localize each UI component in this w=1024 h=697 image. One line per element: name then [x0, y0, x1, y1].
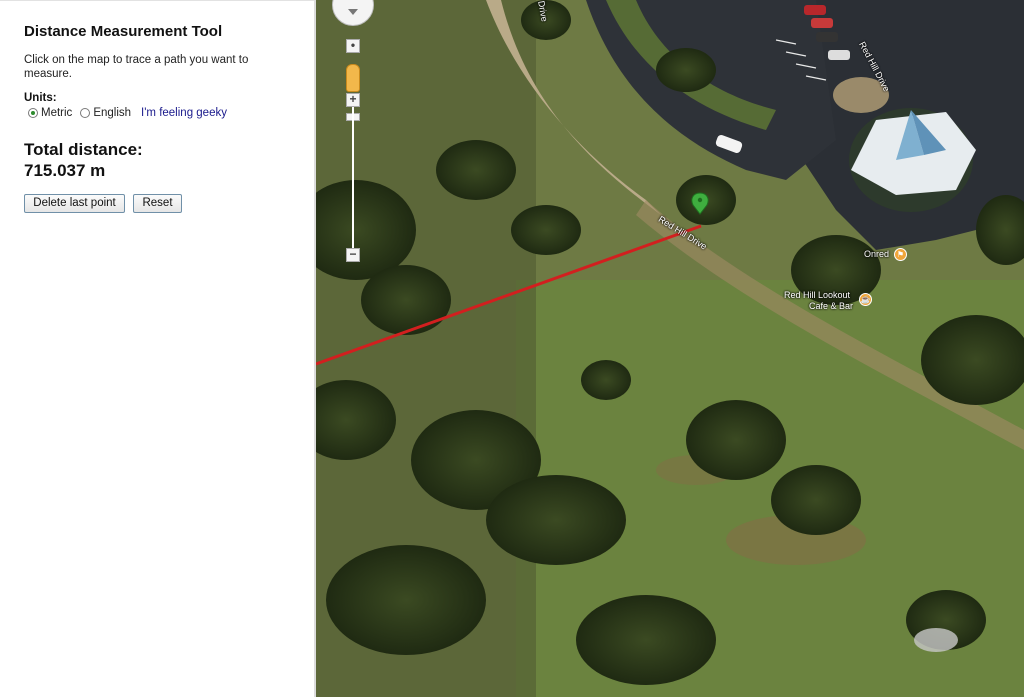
delete-last-point-button[interactable]: Delete last point [24, 194, 125, 213]
units-label: Units: [24, 92, 57, 104]
metric-radio-label[interactable]: Metric [41, 107, 72, 119]
reset-button[interactable]: Reset [133, 194, 182, 213]
instructions-text: Click on the map to trace a path you wan… [24, 54, 249, 80]
cafe-icon[interactable]: ☕ [859, 293, 872, 306]
pegman-icon[interactable] [346, 64, 360, 92]
zoom-in-button[interactable]: + [346, 93, 360, 107]
pan-down-arrow-icon[interactable] [348, 9, 358, 15]
zoom-slider-track[interactable] [352, 107, 354, 249]
units-row: Metric English I'm feeling geeky [28, 107, 227, 119]
map-canvas[interactable]: Red Hill Drive Red Hill Drive Drive Onre… [316, 0, 1024, 697]
satellite-imagery [316, 0, 1024, 697]
total-distance-value: 715.037 m [24, 161, 106, 180]
page-title: Distance Measurement Tool [24, 23, 223, 40]
center-dot-button[interactable]: • [346, 39, 360, 53]
english-radio[interactable] [80, 108, 91, 118]
poi-red-hill-lookout-label: Red Hill Lookout [784, 290, 851, 300]
sidebar: Distance Measurement Tool Click on the m… [0, 0, 314, 697]
poi-cafe-bar-label: Cafe & Bar [809, 301, 854, 311]
poi-onred-label: Onred [864, 249, 890, 259]
total-distance-label: Total distance: [24, 140, 143, 159]
metric-radio[interactable] [28, 108, 38, 118]
restaurant-icon[interactable]: ⚑ [894, 248, 907, 261]
feeling-geeky-link[interactable]: I'm feeling geeky [141, 107, 227, 119]
english-radio-label[interactable]: English [93, 107, 131, 119]
zoom-out-button[interactable]: − [346, 248, 360, 262]
